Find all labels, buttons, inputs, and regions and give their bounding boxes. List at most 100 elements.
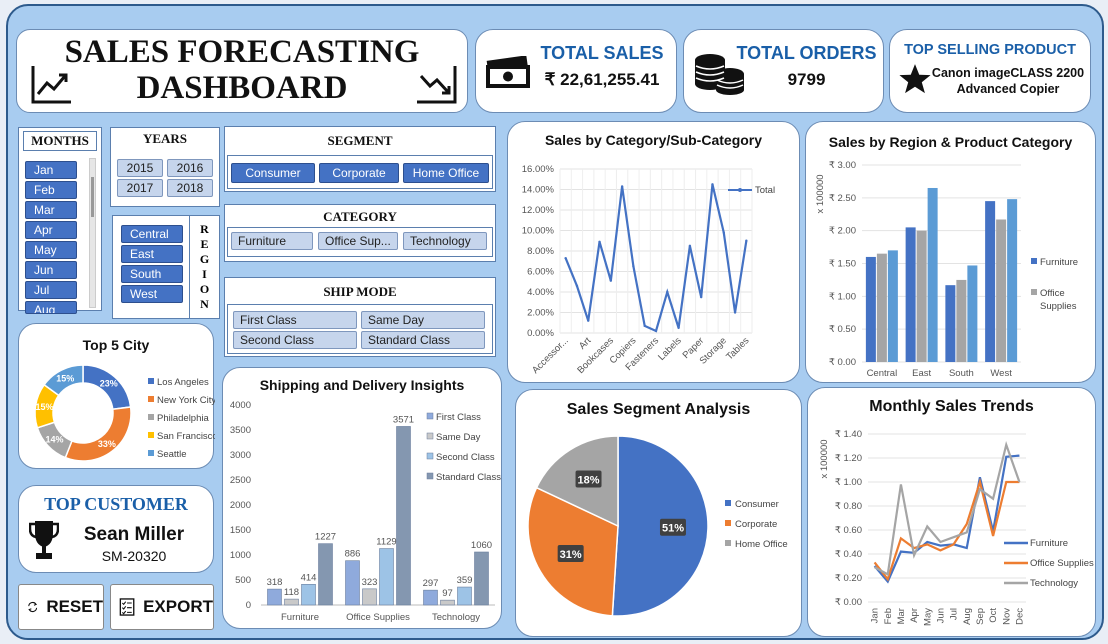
total-sales-card: TOTAL SALES ₹ 22,61,255.41: [475, 29, 677, 113]
region-item-west[interactable]: West: [121, 285, 183, 303]
region-item-east[interactable]: East: [121, 245, 183, 263]
ship-mode-item-standard-class[interactable]: Standard Class: [361, 331, 485, 349]
month-item-may[interactable]: May: [25, 241, 77, 259]
segment-item-corporate[interactable]: Corporate: [319, 163, 399, 183]
legend-item-supplies: Supplies: [1040, 301, 1077, 312]
title-line2: DASHBOARD: [136, 70, 348, 106]
bar-series0-east: [905, 227, 916, 362]
segment-slicer: SEGMENT Consumer Corporate Home Office: [224, 126, 496, 192]
x-tick-label: Mar: [896, 608, 907, 624]
legend-swatch: [725, 500, 731, 506]
year-item-2018[interactable]: 2018: [167, 179, 213, 197]
legend-item-technology: Technology: [1030, 578, 1078, 589]
bar-second-class-technology: [457, 586, 472, 606]
bar-data-label: 1060: [471, 540, 492, 551]
legend-swatch: [426, 472, 434, 480]
bar-data-label: 318: [267, 577, 283, 588]
region-letter: I: [202, 267, 207, 281]
month-item-aug[interactable]: Aug: [25, 301, 77, 314]
y-tick-label: ₹ 1.20: [835, 453, 862, 464]
data-point-appliances: [575, 284, 579, 288]
ship-mode-item-first-class[interactable]: First Class: [233, 311, 357, 329]
ship-mode-item-second-class[interactable]: Second Class: [233, 331, 357, 349]
x-tick-label: Labels: [656, 335, 684, 363]
legend-item-home-office: Home Office: [735, 539, 788, 550]
ship-mode-item-same-day[interactable]: Same Day: [361, 311, 485, 329]
refresh-icon: [28, 601, 38, 613]
category-item-office-sup[interactable]: Office Sup...: [318, 232, 398, 250]
y-tick-label: ₹ 3.00: [829, 160, 856, 171]
y-tick-label: 3500: [230, 425, 251, 436]
bar-data-label: 97: [442, 588, 453, 599]
bar-series1-west: [996, 219, 1007, 362]
month-item-jun[interactable]: Jun: [25, 261, 77, 279]
category-item-furniture[interactable]: Furniture: [231, 232, 313, 250]
checklist-icon: [119, 598, 135, 616]
bar-data-label: 1227: [315, 532, 336, 543]
data-point-fasteners: [654, 329, 658, 333]
region-item-central[interactable]: Central: [121, 225, 183, 243]
bar-series2-central: [887, 250, 898, 362]
data-point-binders: [598, 240, 601, 243]
bar-data-label: 414: [301, 572, 317, 583]
top-product-label: TOP SELLING PRODUCT: [904, 42, 1076, 58]
legend-item-philadelphia: Philadelphia: [157, 413, 209, 424]
legend-item-same-day: Same Day: [436, 432, 481, 443]
months-scroll-thumb[interactable]: [91, 177, 94, 217]
bar-data-label: 3571: [393, 414, 414, 425]
monthly-card: Monthly Sales Trends ₹ 0.00 ₹ 0.20 ₹ 0.40 ₹…: [807, 387, 1096, 637]
month-item-mar[interactable]: Mar: [25, 201, 77, 219]
top-customer-label: TOP CUSTOMER: [44, 494, 188, 514]
bar-second-class-office-supplies: [379, 548, 394, 606]
total-sales-label: TOTAL SALES: [540, 43, 664, 63]
y-tick-label: ₹ 0.60: [835, 525, 862, 536]
legend-swatch: [148, 414, 154, 420]
y-tick-label: 0.00%: [527, 328, 554, 339]
y-tick-label: ₹ 0.80: [835, 501, 862, 512]
top-product-card: TOP SELLING PRODUCT Canon imageCLASS 220…: [889, 29, 1091, 113]
data-point-envelopes: [643, 324, 646, 328]
year-item-2015[interactable]: 2015: [117, 159, 163, 177]
region-letter: N: [200, 297, 209, 311]
month-item-feb[interactable]: Feb: [25, 181, 77, 199]
shipping-card: Shipping and Delivery Insights 0 500 1000 1…: [222, 367, 502, 629]
top-product-line1: Canon imageCLASS 2200: [931, 66, 1085, 80]
year-item-2016[interactable]: 2016: [167, 159, 213, 177]
x-tick-label: Sep: [975, 608, 986, 625]
export-label: EXPORT: [143, 597, 213, 616]
data-point-machines: [688, 244, 692, 248]
reset-label: RESET: [46, 597, 103, 616]
bar-data-label: 323: [362, 577, 378, 588]
month-item-apr[interactable]: Apr: [25, 221, 77, 239]
month-item-jul[interactable]: Jul: [25, 281, 77, 299]
legend-item-first-class: First Class: [436, 412, 481, 423]
x-tick-label: Office Supplies: [346, 612, 410, 623]
legend-swatch: [148, 378, 154, 384]
bar-data-label: 118: [284, 587, 299, 598]
legend-swatch: [426, 432, 434, 440]
legend-item-consumer: Consumer: [735, 499, 779, 510]
region-item-south[interactable]: South: [121, 265, 183, 283]
x-tick-label: Tables: [724, 335, 751, 362]
years-header: YEARS: [142, 131, 188, 146]
year-item-2017[interactable]: 2017: [117, 179, 163, 197]
total-orders-card: TOTAL ORDERS 9799: [683, 29, 884, 113]
y-tick-label: 12.00%: [522, 205, 555, 216]
top5-city-card: Top 5 City 23% 33% 14% 15% 15% Los Angeles New…: [18, 323, 215, 469]
export-button[interactable]: EXPORT: [110, 584, 214, 630]
bar-same-day-furniture: [284, 598, 299, 606]
segment-item-consumer[interactable]: Consumer: [231, 163, 315, 183]
y-tick-label: ₹ 0.00: [835, 597, 862, 608]
title-line1: SALES FORECASTING: [64, 34, 420, 70]
dashboard: SALES FORECASTING DASHBOARD TOTAL SALES …: [6, 4, 1104, 640]
x-tick-label: Apr: [909, 608, 920, 623]
y-tick-label: 3000: [230, 450, 251, 461]
segment-item-home-office[interactable]: Home Office: [403, 163, 489, 183]
reset-button[interactable]: RESET: [18, 584, 104, 630]
years-slicer: YEARS 2015 2016 2017 2018: [110, 127, 220, 207]
bar-standard-class-technology: [474, 551, 489, 606]
month-item-jan[interactable]: Jan: [25, 161, 77, 179]
months-scrollbar[interactable]: [89, 158, 96, 308]
bar-same-day-office-supplies: [362, 588, 377, 606]
category-item-technology[interactable]: Technology: [403, 232, 487, 250]
